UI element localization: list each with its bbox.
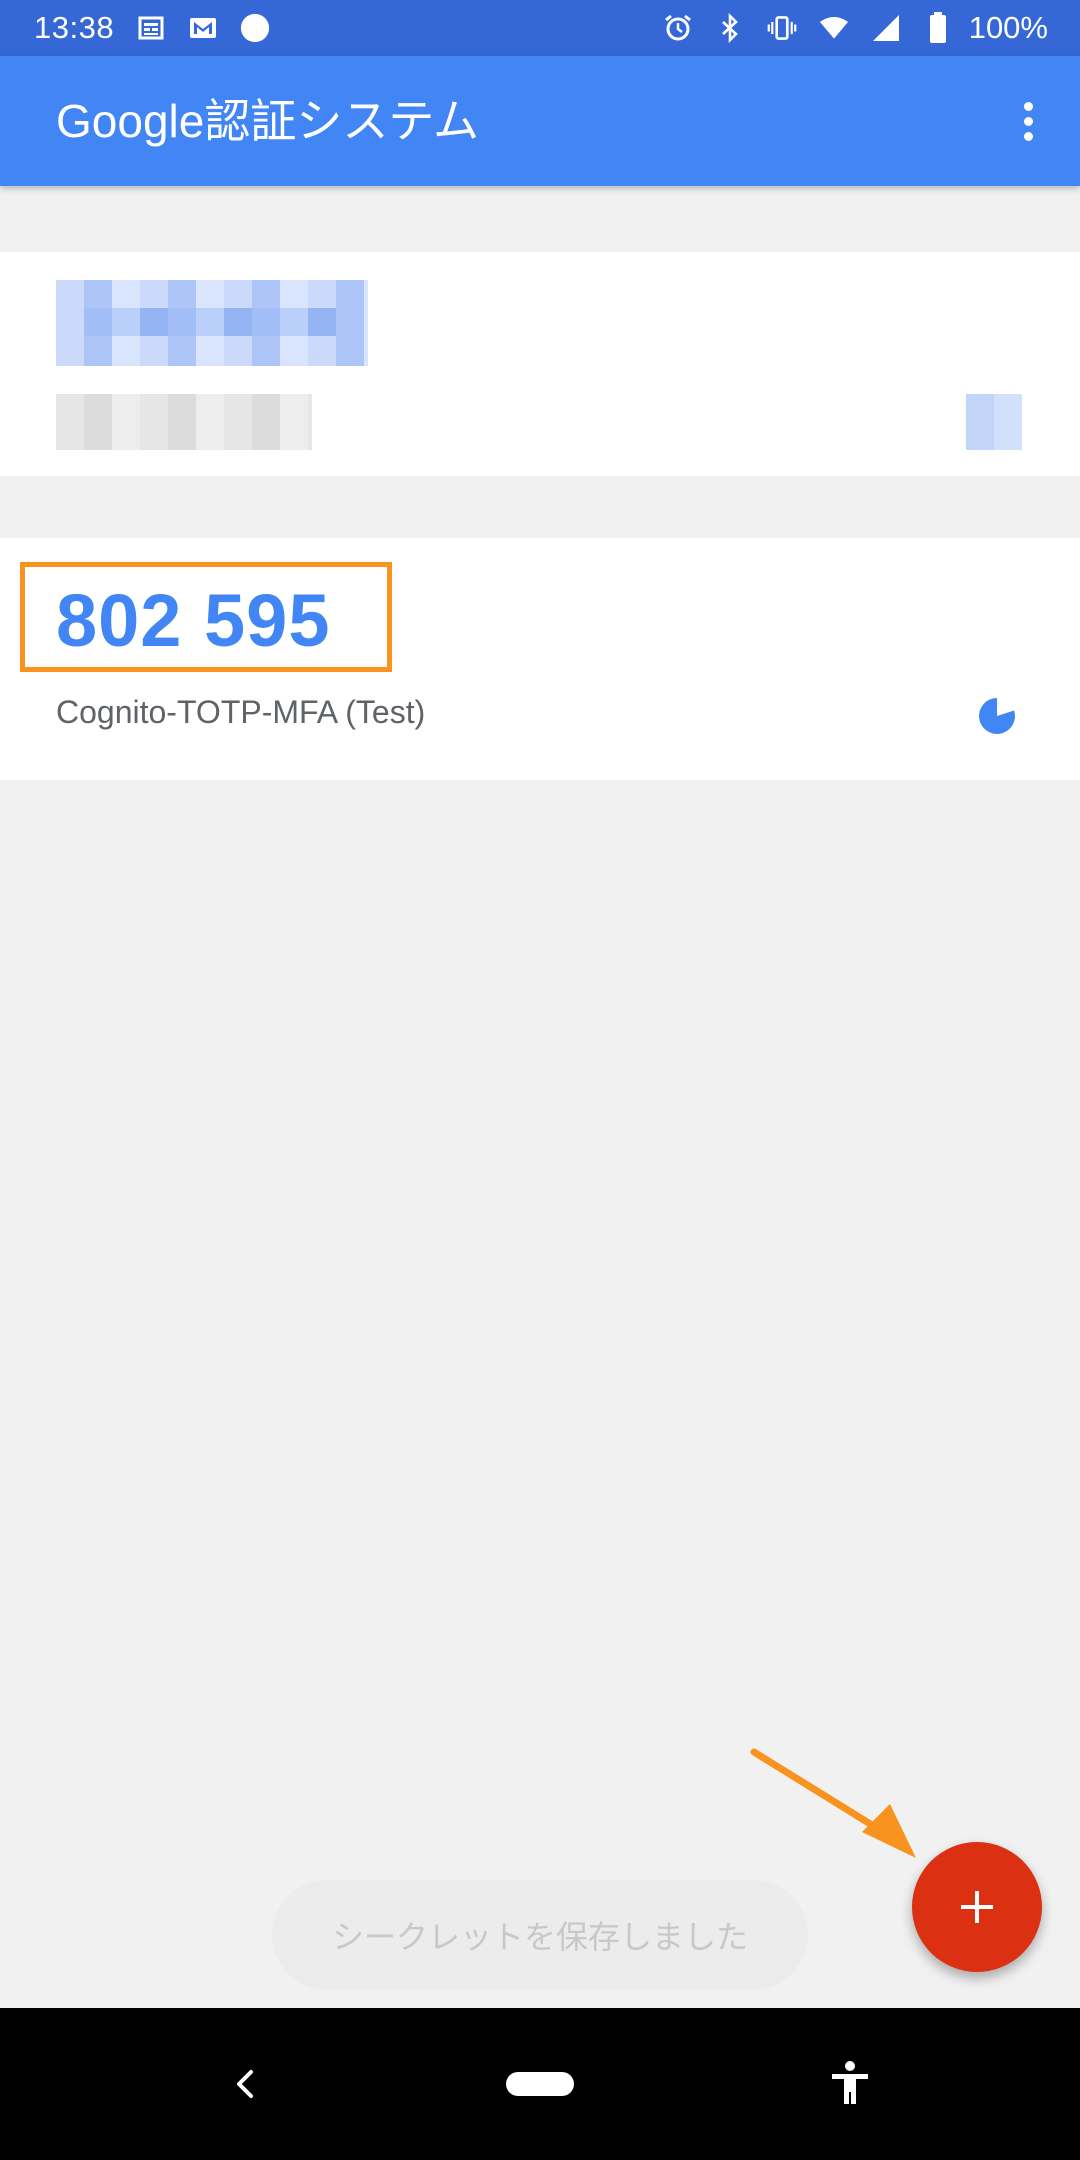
navigation-bar (0, 2008, 1080, 2160)
status-time: 13:38 (34, 10, 115, 45)
more-vert-icon[interactable] (1000, 93, 1056, 149)
app-bar: Google認証システム (0, 56, 1080, 186)
alarm-icon (663, 13, 693, 43)
vibrate-icon (767, 13, 797, 43)
wifi-icon (819, 13, 849, 43)
circle-icon (240, 13, 270, 43)
add-account-button[interactable] (912, 1842, 1042, 1972)
gmail-icon (188, 13, 218, 43)
calendar-icon (136, 13, 166, 43)
snackbar: シークレットを保存しました (272, 1880, 808, 1990)
obscured-timer-icon (966, 394, 1022, 450)
status-bar: 13:38 100% (0, 0, 1080, 56)
signal-icon (871, 13, 901, 43)
arrow-annotation (750, 1748, 916, 1858)
countdown-timer-icon (979, 698, 1015, 734)
battery-percentage: 100% (968, 10, 1048, 45)
otp-code: 802 595 (56, 579, 331, 662)
accessibility-icon[interactable] (822, 2056, 878, 2112)
bluetooth-icon (715, 13, 745, 43)
app-title: Google認証システム (56, 95, 479, 147)
obscured-code (56, 280, 368, 366)
obscured-account-name (56, 394, 312, 450)
account-card-obscured[interactable] (0, 252, 1080, 476)
battery-icon (923, 12, 953, 43)
plus-icon (961, 1891, 993, 1923)
account-card[interactable]: 802 595 Cognito-TOTP-MFA (Test) (0, 538, 1080, 780)
home-pill[interactable] (506, 2072, 574, 2096)
account-name: Cognito-TOTP-MFA (Test) (56, 694, 426, 730)
back-icon[interactable] (218, 2056, 274, 2112)
